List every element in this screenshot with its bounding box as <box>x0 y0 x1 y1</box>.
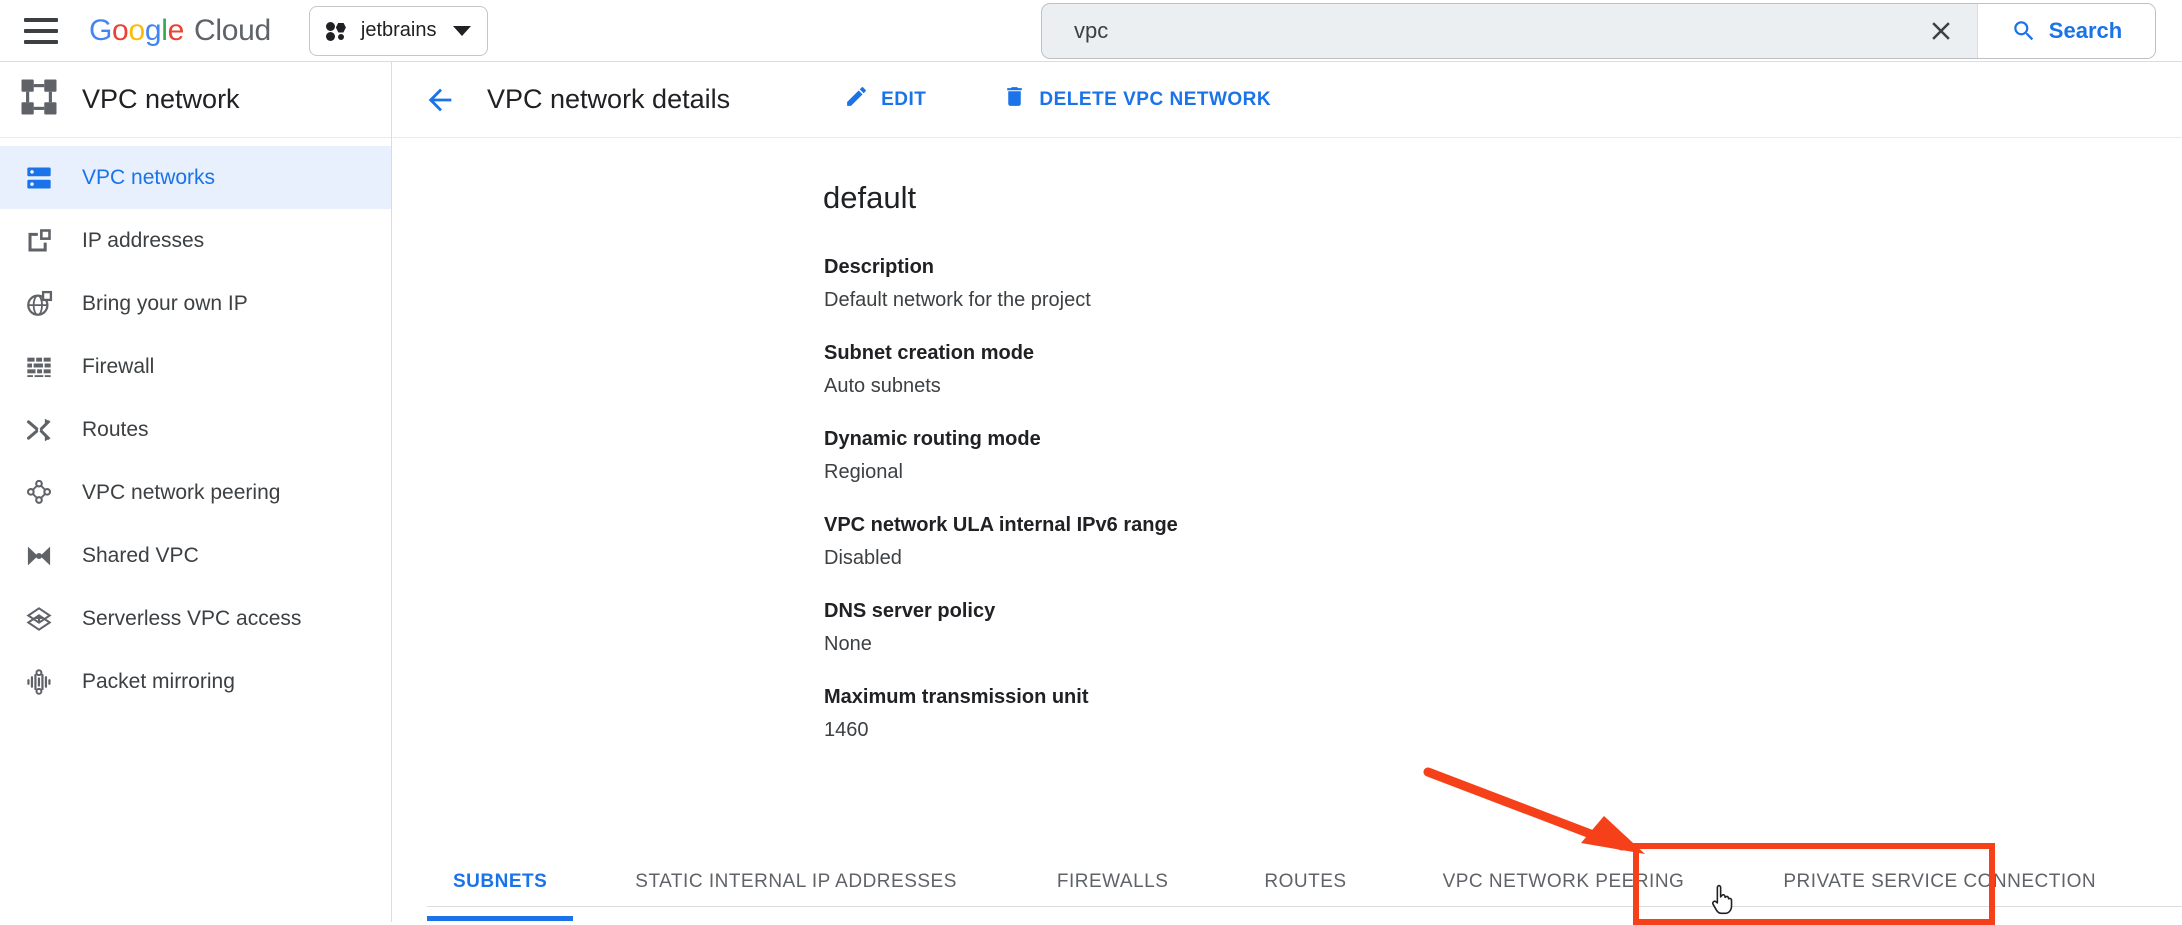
search-bar[interactable]: Search <box>1041 3 2156 59</box>
top-app-bar: Google Cloud jetbrains Search <box>0 0 2182 62</box>
delete-button-label: DELETE VPC NETWORK <box>1039 89 1271 111</box>
sidebar-item-label: Routes <box>82 418 149 442</box>
tab-vpc-network-peering[interactable]: VPC NETWORK PEERING <box>1417 856 1711 907</box>
sidebar-item-label: Shared VPC <box>82 544 199 568</box>
field-key: Description <box>824 256 2182 279</box>
field-value: Regional <box>824 461 2182 484</box>
chevron-down-icon <box>453 26 471 36</box>
trash-icon <box>1002 84 1027 115</box>
shared-vpc-icon <box>22 539 56 573</box>
jetbrains-logo-icon <box>326 20 348 42</box>
search-icon <box>2011 18 2037 44</box>
search-button-label: Search <box>2049 18 2122 44</box>
google-wordmark: Google <box>89 14 184 48</box>
sidebar-item-label: Firewall <box>82 355 154 379</box>
detail-field-subnet-creation-mode: Subnet creation mode Auto subnets <box>824 342 2182 398</box>
tab-label: ROUTES <box>1264 871 1346 893</box>
sidebar-item-shared-vpc[interactable]: Shared VPC <box>0 524 391 587</box>
sidebar-item-label: VPC network peering <box>82 481 280 505</box>
sidebar-item-ip-addresses[interactable]: IP addresses <box>0 209 391 272</box>
google-letter-e: e <box>168 14 184 48</box>
detail-field-ula-internal-ipv6-range: VPC network ULA internal IPv6 range Disa… <box>824 514 2182 570</box>
tab-label: SUBNETS <box>453 871 547 893</box>
field-value: 1460 <box>824 719 2182 742</box>
vpc-networks-icon <box>22 161 56 195</box>
field-value: Default network for the project <box>824 289 2182 312</box>
tab-private-service-connection[interactable]: PRIVATE SERVICE CONNECTION <box>1757 856 2122 907</box>
sidebar-item-label: Packet mirroring <box>82 670 235 694</box>
search-input[interactable] <box>1042 18 1905 44</box>
ip-addresses-icon <box>22 224 56 258</box>
tab-label: STATIC INTERNAL IP ADDRESSES <box>635 871 957 893</box>
edit-button[interactable]: EDIT <box>834 76 936 123</box>
sidebar-item-packet-mirroring[interactable]: Packet mirroring <box>0 650 391 713</box>
sidebar-item-routes[interactable]: Routes <box>0 398 391 461</box>
packet-mirroring-icon <box>22 665 56 699</box>
page-title: VPC network details <box>487 84 730 115</box>
sidebar-item-bring-your-own-ip[interactable]: Bring your own IP <box>0 272 391 335</box>
network-name: default <box>823 180 2182 216</box>
tab-firewalls[interactable]: FIREWALLS <box>1031 856 1195 907</box>
detail-field-dns-server-policy: DNS server policy None <box>824 600 2182 656</box>
field-value: None <box>824 633 2182 656</box>
firewall-icon <box>22 350 56 384</box>
detail-field-maximum-transmission-unit: Maximum transmission unit 1460 <box>824 686 2182 742</box>
google-letter-g: g <box>145 14 161 48</box>
hamburger-menu-icon[interactable] <box>24 18 58 44</box>
serverless-vpc-access-icon <box>22 602 56 636</box>
vpc-network-icon <box>18 76 60 123</box>
sidebar-nav: VPC networks IP addresses Bring your <box>0 138 391 713</box>
google-letter-o1: o <box>112 14 128 48</box>
detail-field-dynamic-routing-mode: Dynamic routing mode Regional <box>824 428 2182 484</box>
field-key: DNS server policy <box>824 600 2182 623</box>
search-button[interactable]: Search <box>1977 4 2155 58</box>
google-cloud-logo[interactable]: Google Cloud <box>89 14 271 48</box>
sidebar: VPC network VPC networks <box>0 62 392 922</box>
main-content: VPC network details EDIT DELETE VPC NETW… <box>393 62 2182 922</box>
sidebar-item-vpc-network-peering[interactable]: VPC network peering <box>0 461 391 524</box>
tab-routes[interactable]: ROUTES <box>1238 856 1372 907</box>
field-key: Maximum transmission unit <box>824 686 2182 709</box>
sidebar-item-label: Bring your own IP <box>82 292 248 316</box>
sidebar-header: VPC network <box>0 62 391 138</box>
sidebar-item-label: IP addresses <box>82 229 204 253</box>
vpc-network-peering-icon <box>22 476 56 510</box>
bring-your-own-ip-icon <box>22 287 56 321</box>
pencil-icon <box>844 84 869 115</box>
hamburger-bar <box>24 40 58 44</box>
sidebar-item-label: VPC networks <box>82 166 215 190</box>
detail-tabs: SUBNETS STATIC INTERNAL IP ADDRESSES FIR… <box>393 856 2182 922</box>
field-key: Dynamic routing mode <box>824 428 2182 451</box>
project-name: jetbrains <box>361 19 437 42</box>
tab-subnets[interactable]: SUBNETS <box>427 856 573 907</box>
field-value: Disabled <box>824 547 2182 570</box>
vpc-detail-body: default Description Default network for … <box>393 138 2182 742</box>
sidebar-item-vpc-networks[interactable]: VPC networks <box>0 146 391 209</box>
tab-label: PRIVATE SERVICE CONNECTION <box>1783 871 2096 893</box>
sidebar-item-label: Serverless VPC access <box>82 607 301 631</box>
tab-label: VPC NETWORK PEERING <box>1443 871 1685 893</box>
google-letter-o2: o <box>128 14 144 48</box>
field-value: Auto subnets <box>824 375 2182 398</box>
clear-search-icon[interactable] <box>1905 4 1977 58</box>
tab-static-internal-ip-addresses[interactable]: STATIC INTERNAL IP ADDRESSES <box>609 856 983 907</box>
google-letter-G: G <box>89 14 112 48</box>
sidebar-item-serverless-vpc-access[interactable]: Serverless VPC access <box>0 587 391 650</box>
delete-vpc-network-button[interactable]: DELETE VPC NETWORK <box>992 76 1281 123</box>
detail-header: VPC network details EDIT DELETE VPC NETW… <box>393 62 2182 138</box>
hamburger-bar <box>24 18 58 22</box>
back-arrow-icon[interactable] <box>417 77 463 123</box>
routes-icon <box>22 413 56 447</box>
field-key: Subnet creation mode <box>824 342 2182 365</box>
tab-label: FIREWALLS <box>1057 871 1169 893</box>
detail-field-description: Description Default network for the proj… <box>824 256 2182 312</box>
field-key: VPC network ULA internal IPv6 range <box>824 514 2182 537</box>
sidebar-item-firewall[interactable]: Firewall <box>0 335 391 398</box>
project-selector[interactable]: jetbrains <box>309 6 489 56</box>
edit-button-label: EDIT <box>881 89 926 111</box>
hamburger-bar <box>24 29 58 33</box>
sidebar-product-title: VPC network <box>82 84 240 115</box>
cloud-wordmark: Cloud <box>194 14 271 48</box>
